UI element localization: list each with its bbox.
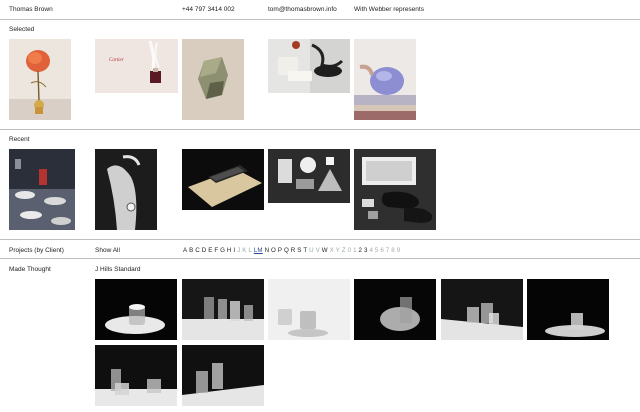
letter-z: Z: [341, 247, 346, 254]
alphabet-filter: A B C D E F G H I J K L LM N O P Q R S T U V W X Y Z 0 1 2 3 4 5 6 7 8 9: [183, 247, 402, 254]
divider: [0, 19, 640, 20]
letter-b[interactable]: B: [189, 247, 193, 254]
perfume-image: Cartier: [95, 39, 178, 93]
show-all-link[interactable]: Show All: [95, 247, 120, 254]
shoes-image: [354, 149, 436, 230]
letter-u: U: [309, 247, 314, 254]
letter-v: V: [315, 247, 320, 254]
letter-g[interactable]: G: [220, 247, 225, 254]
client-name[interactable]: Made Thought: [9, 266, 51, 273]
glass-image: [527, 279, 609, 340]
glass-image: [441, 279, 523, 340]
glass-image: [354, 279, 436, 340]
letter-l: L: [248, 247, 252, 254]
divider: [0, 239, 640, 240]
letter-e[interactable]: E: [208, 247, 212, 254]
letter-y: Y: [335, 247, 341, 254]
digit-2[interactable]: 2: [359, 247, 363, 254]
digit-7: 7: [385, 247, 390, 254]
thumb-glass-3[interactable]: [268, 279, 350, 340]
letter-f[interactable]: F: [214, 247, 218, 254]
letter-h[interactable]: H: [227, 247, 232, 254]
digit-0: 0: [347, 247, 352, 254]
svg-text:Cartier: Cartier: [109, 58, 124, 63]
thumb-blue-teapot[interactable]: [354, 39, 416, 120]
flower-vase-image: [9, 39, 71, 120]
glass-image: [95, 345, 177, 406]
letter-c[interactable]: C: [195, 247, 200, 254]
letter-d[interactable]: D: [202, 247, 207, 254]
section-label-recent: Recent: [9, 136, 30, 143]
thumb-cafe-chairs[interactable]: [9, 149, 75, 230]
thumb-stone-sculpture[interactable]: [182, 39, 244, 120]
representation-link[interactable]: With Webber represents: [354, 6, 424, 13]
letter-q[interactable]: Q: [284, 247, 289, 254]
digit-8: 8: [391, 247, 395, 254]
thumb-glass-1[interactable]: [95, 279, 177, 340]
thumb-glass-4[interactable]: [354, 279, 436, 340]
glass-image: [268, 279, 350, 340]
cafe-image: [9, 149, 75, 230]
projects-label: Projects (by Client): [9, 247, 64, 254]
digit-4: 4: [369, 247, 374, 254]
letter-j: J: [237, 247, 241, 254]
thumb-phone-desk[interactable]: [182, 149, 264, 210]
letter-n[interactable]: N: [265, 247, 270, 254]
thumb-geometric-shapes[interactable]: [268, 149, 350, 203]
site-header: Thomas Brown +44 797 3414 002 tom@thomas…: [0, 0, 640, 19]
thumb-cartier-perfume[interactable]: Cartier: [95, 39, 178, 93]
divider: [0, 258, 640, 259]
thumb-glass-7[interactable]: [95, 345, 177, 406]
letter-k: K: [242, 247, 247, 254]
letter-p[interactable]: P: [278, 247, 282, 254]
teapot-image: [354, 39, 416, 120]
digit-6: 6: [380, 247, 384, 254]
phone-number[interactable]: +44 797 3414 002: [182, 6, 235, 13]
letter-lm-selected[interactable]: LM: [254, 247, 263, 254]
letter-a[interactable]: A: [183, 247, 187, 254]
section-label-selected: Selected: [9, 26, 35, 33]
stone-image: [182, 39, 244, 120]
thumb-glass-5[interactable]: [441, 279, 523, 340]
thumb-hand-watch[interactable]: [95, 149, 157, 230]
thumb-objects-still-life[interactable]: [268, 39, 350, 93]
letter-r[interactable]: R: [291, 247, 296, 254]
digit-5: 5: [374, 247, 379, 254]
digit-3[interactable]: 3: [364, 247, 368, 254]
letter-s[interactable]: S: [297, 247, 301, 254]
thumb-glass-6[interactable]: [527, 279, 609, 340]
hand-image: [95, 149, 157, 230]
letter-o[interactable]: O: [271, 247, 276, 254]
letter-i[interactable]: I: [233, 247, 235, 254]
letter-x: X: [329, 247, 334, 254]
project-title[interactable]: J Hills Standard: [95, 266, 141, 273]
objects-image: [268, 39, 350, 93]
thumb-glass-8[interactable]: [182, 345, 264, 406]
thumb-glass-2[interactable]: [182, 279, 264, 340]
divider: [0, 129, 640, 130]
digit-1: 1: [353, 247, 357, 254]
letter-w[interactable]: W: [322, 247, 328, 254]
digit-9: 9: [396, 247, 401, 254]
site-name[interactable]: Thomas Brown: [9, 6, 53, 13]
phone-image: [182, 149, 264, 210]
glass-image: [182, 345, 264, 406]
shapes-image: [268, 149, 350, 203]
thumb-flower-vase[interactable]: [9, 39, 71, 120]
glass-image: [95, 279, 177, 340]
letter-t[interactable]: T: [303, 247, 307, 254]
thumb-shoes-box[interactable]: [354, 149, 436, 230]
email-link[interactable]: tom@thomasbrown.info: [268, 6, 337, 13]
glass-image: [182, 279, 264, 340]
